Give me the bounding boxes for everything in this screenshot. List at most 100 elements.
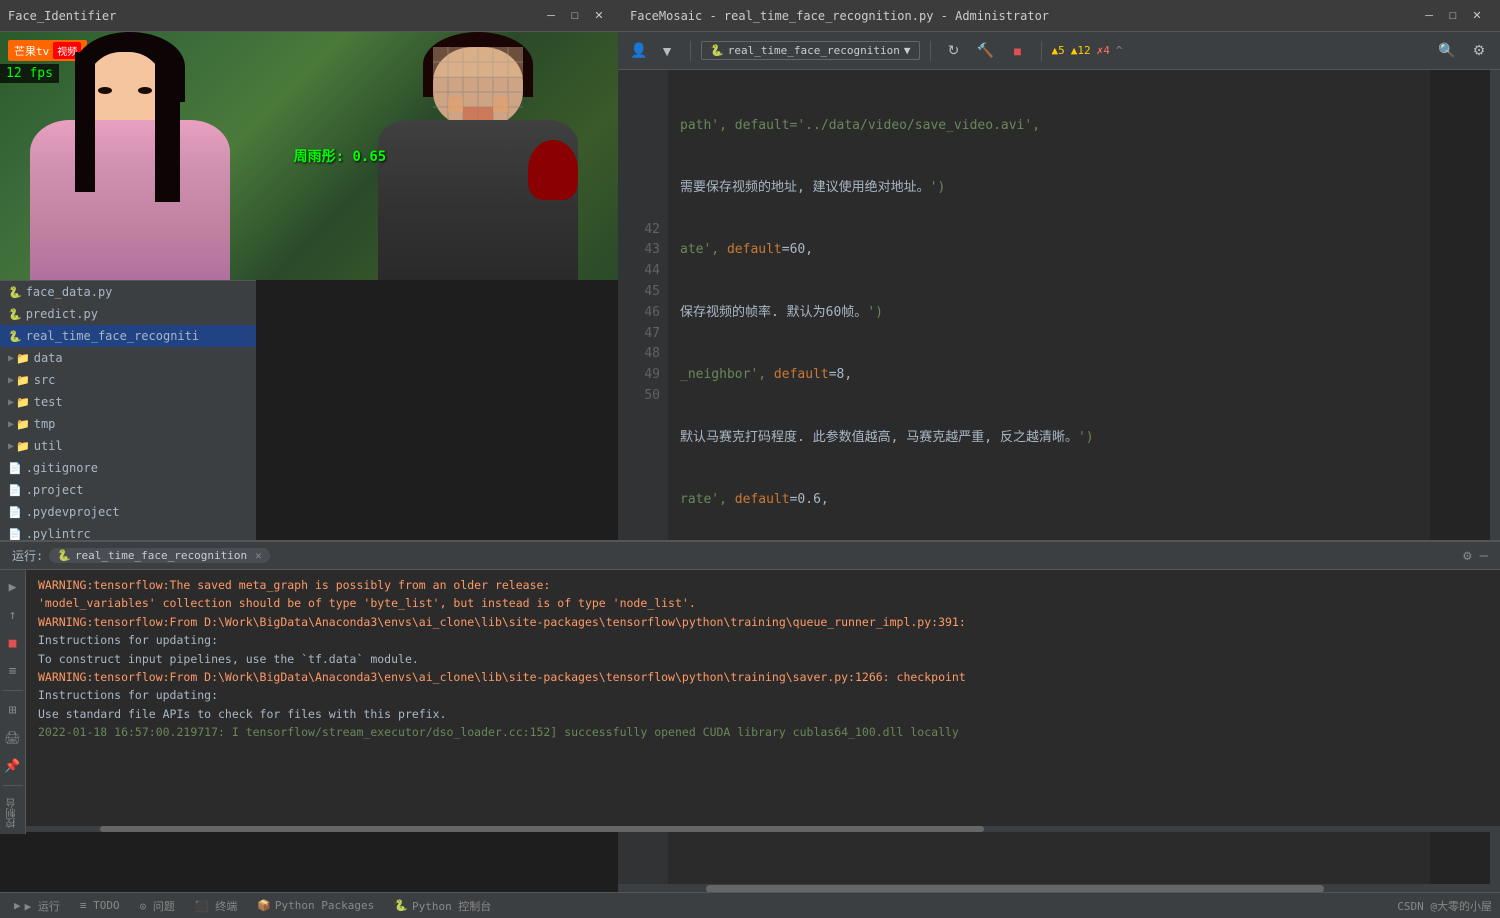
packages-btn[interactable]: 📦 Python Packages [251,897,380,914]
close-button[interactable]: ✕ [588,5,610,27]
face-identifier-title: Face_Identifier [8,9,540,23]
line-num-42: 42 [622,220,660,241]
console-btn[interactable]: 🐍 Python 控制台 [388,896,497,916]
status-left: ▶ ▶ 运行 ≡ TODO ⊙ 问题 ⬛ 终端 📦 Python Package… [8,896,1393,916]
code-line-a6: 默认马赛克打码程度. 此参数值越高, 马赛克越严重, 反之越清晰。') [680,428,1430,449]
run-label: 运行: 🐍 real_time_face_recognition ✕ [12,547,270,564]
file-item-predict[interactable]: 🐍 predict.py [0,303,256,325]
run-text: 运行: [12,547,43,564]
run-config[interactable]: 🐍 real_time_face_recognition ▼ [701,41,920,60]
console-icon: 🐍 [394,899,408,912]
run-sidebar-pin[interactable]: 📌 [2,755,24,777]
line-num [622,199,660,220]
problems-btn[interactable]: ⊙ 问题 [134,896,181,916]
mosaic-face-area [433,47,523,127]
file-item-util[interactable]: ▶ 📁 util [0,435,256,457]
run-sidebar-lines[interactable]: ≡ [2,660,24,682]
person-name-label: 周雨彤: 0.65 [294,146,387,166]
folder-arrow-2: ▶ [8,375,14,386]
run-panel: 运行: 🐍 real_time_face_recognition ✕ ⚙ — ▶… [0,540,1500,832]
file-name: .pylintrc [26,527,91,541]
packages-label: Python Packages [275,899,374,912]
body-left [30,120,230,280]
file-name: tmp [34,417,56,431]
window-controls: ─ □ ✕ [540,5,610,27]
run-sidebar-print[interactable]: 🖨 [2,727,24,749]
python-icon-2: 🐍 [8,308,22,321]
settings-btn[interactable]: ⚙ [1466,38,1492,64]
caret-indicator: ^ [1116,44,1123,57]
stop-btn[interactable]: ■ [1005,38,1031,64]
file-item-realtime[interactable]: 🐍 real_time_face_recogniti [0,325,256,347]
line-num-44: 44 [622,261,660,282]
folder-icon: 📁 [16,352,30,365]
file-item-data[interactable]: ▶ 📁 data [0,347,256,369]
run-sidebar-up[interactable]: ↑ [2,604,24,626]
python-icon-3: 🐍 [8,330,22,343]
ide-close-btn[interactable]: ✕ [1466,5,1488,27]
user-btn[interactable]: 👤 [626,38,652,64]
folder-icon-5: 📁 [16,440,30,453]
run-sidebar-stop[interactable]: ■ [2,632,24,654]
face-identifier-window: Face_Identifier ─ □ ✕ 12 fps 芒果tv 视频 [0,0,618,280]
refresh-btn[interactable]: ↻ [941,38,967,64]
folder-icon-4: 📁 [16,418,30,431]
build-btn[interactable]: 🔨 [973,38,999,64]
error-count: ▲5 [1052,44,1065,57]
run-sidebar-run[interactable]: ▶ [2,576,24,598]
file-item-src[interactable]: ▶ 📁 src [0,369,256,391]
file-item-project[interactable]: 📄 .project [0,479,256,501]
output-line-6: WARNING:tensorflow:From D:\Work\BigData\… [38,668,1488,686]
run-tab-name: real_time_face_recognition [75,549,247,562]
run-btn[interactable]: ▶ ▶ 运行 [8,896,66,916]
ide-minimize-btn[interactable]: ─ [1418,5,1440,27]
file-name: real_time_face_recogniti [26,329,199,343]
minimize-button[interactable]: ─ [540,5,562,27]
ide-maximize-btn[interactable]: □ [1442,5,1464,27]
close-panel-icon[interactable]: — [1480,548,1488,564]
terminal-btn[interactable]: ⬛ 终端 [189,896,243,916]
file-item-tmp[interactable]: ▶ 📁 tmp [0,413,256,435]
folder-arrow-5: ▶ [8,441,14,452]
packages-icon: 📦 [257,899,271,912]
line-num [622,74,660,95]
file-name: predict.py [26,307,98,321]
person-right [368,32,588,280]
file-item-pydevproject[interactable]: 📄 .pydevproject [0,501,256,523]
ide-title: FaceMosaic - real_time_face_recognition.… [630,9,1418,23]
csdn-label: CSDN @大零的小屋 [1397,900,1492,913]
run-config-name: real_time_face_recognition [728,44,900,57]
code-line-a2: 需要保存视频的地址, 建议使用绝对地址。') [680,178,1430,199]
run-sidebar: ▶ ↑ ■ ≡ ⊞ 🖨 📌 控制台 [0,570,26,834]
settings-icon[interactable]: ⚙ [1463,548,1471,564]
line-num [622,136,660,157]
file-item-gitignore[interactable]: 📄 .gitignore [0,457,256,479]
run-sidebar-grid[interactable]: ⊞ [2,699,24,721]
status-bar: ▶ ▶ 运行 ≡ TODO ⊙ 问题 ⬛ 终端 📦 Python Package… [0,892,1500,918]
vertical-labels: 控制台 [5,798,20,828]
run-close-btn[interactable]: ✕ [255,549,262,562]
todo-btn[interactable]: ≡ TODO [74,897,126,914]
separator-1 [690,41,691,61]
run-btn-label: ▶ 运行 [25,898,60,914]
line-num-47: 47 [622,324,660,345]
search-btn[interactable]: 🔍 [1434,38,1460,64]
output-hscroll[interactable] [26,826,1500,832]
console-label: Python 控制台 [412,898,491,914]
file-name: face_data.py [26,285,113,299]
folder-icon-2: 📁 [16,374,30,387]
folder-arrow-4: ▶ [8,419,14,430]
file-item-test[interactable]: ▶ 📁 test [0,391,256,413]
file-name: src [34,373,56,387]
code-line-a3: ate', default=60, [680,240,1430,261]
dropdown-btn[interactable]: ▼ [654,38,680,64]
run-config-dropdown: ▼ [904,44,911,57]
video-content: 12 fps 芒果tv 视频 [0,32,618,280]
folder-arrow: ▶ [8,353,14,364]
output-line-7: Instructions for updating: [38,686,1488,704]
maximize-button[interactable]: □ [564,5,586,27]
line-num-50: 50 [622,386,660,407]
code-line-a1: path', default='../data/video/save_video… [680,116,1430,137]
file-item-face-data[interactable]: 🐍 face_data.py [0,281,256,303]
file-icon-pylint: 📄 [8,528,22,541]
